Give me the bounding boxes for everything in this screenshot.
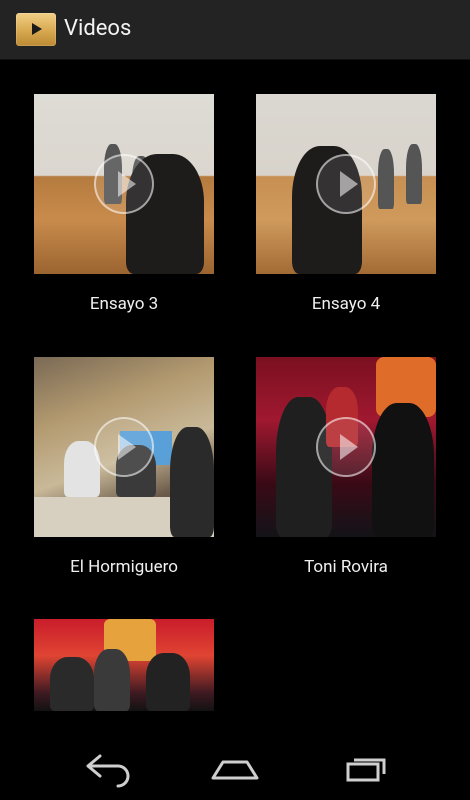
home-icon[interactable] <box>205 752 265 788</box>
page-title: Videos <box>64 16 132 41</box>
play-icon <box>94 417 154 477</box>
play-icon <box>316 417 376 477</box>
video-item-ensayo-3[interactable]: Ensayo 3 <box>34 94 214 315</box>
play-icon <box>316 154 376 214</box>
video-thumbnail[interactable] <box>256 357 436 537</box>
video-item-ensayo-4[interactable]: Ensayo 4 <box>256 94 436 315</box>
video-play-icon[interactable] <box>16 13 56 46</box>
video-thumbnail[interactable] <box>256 94 436 274</box>
video-item-el-hormiguero[interactable]: El Hormiguero <box>34 357 214 578</box>
navigation-bar <box>0 740 470 800</box>
video-title: Ensayo 4 <box>311 294 381 314</box>
video-item-5[interactable] <box>34 619 214 730</box>
video-grid: Ensayo 3 Ensayo 4 El Hormiguero Toni Rov… <box>0 60 470 740</box>
back-icon[interactable] <box>74 752 134 788</box>
recent-apps-icon[interactable] <box>336 752 396 788</box>
video-item-toni-rovira[interactable]: Toni Rovira <box>256 357 436 578</box>
video-thumbnail[interactable] <box>34 94 214 274</box>
video-title: El Hormiguero <box>70 557 178 577</box>
video-title: Ensayo 3 <box>89 294 159 314</box>
video-title: Toni Rovira <box>304 557 388 577</box>
video-thumbnail[interactable] <box>34 619 214 711</box>
play-icon <box>94 154 154 214</box>
video-thumbnail[interactable] <box>34 357 214 537</box>
action-bar: Videos <box>0 0 470 60</box>
